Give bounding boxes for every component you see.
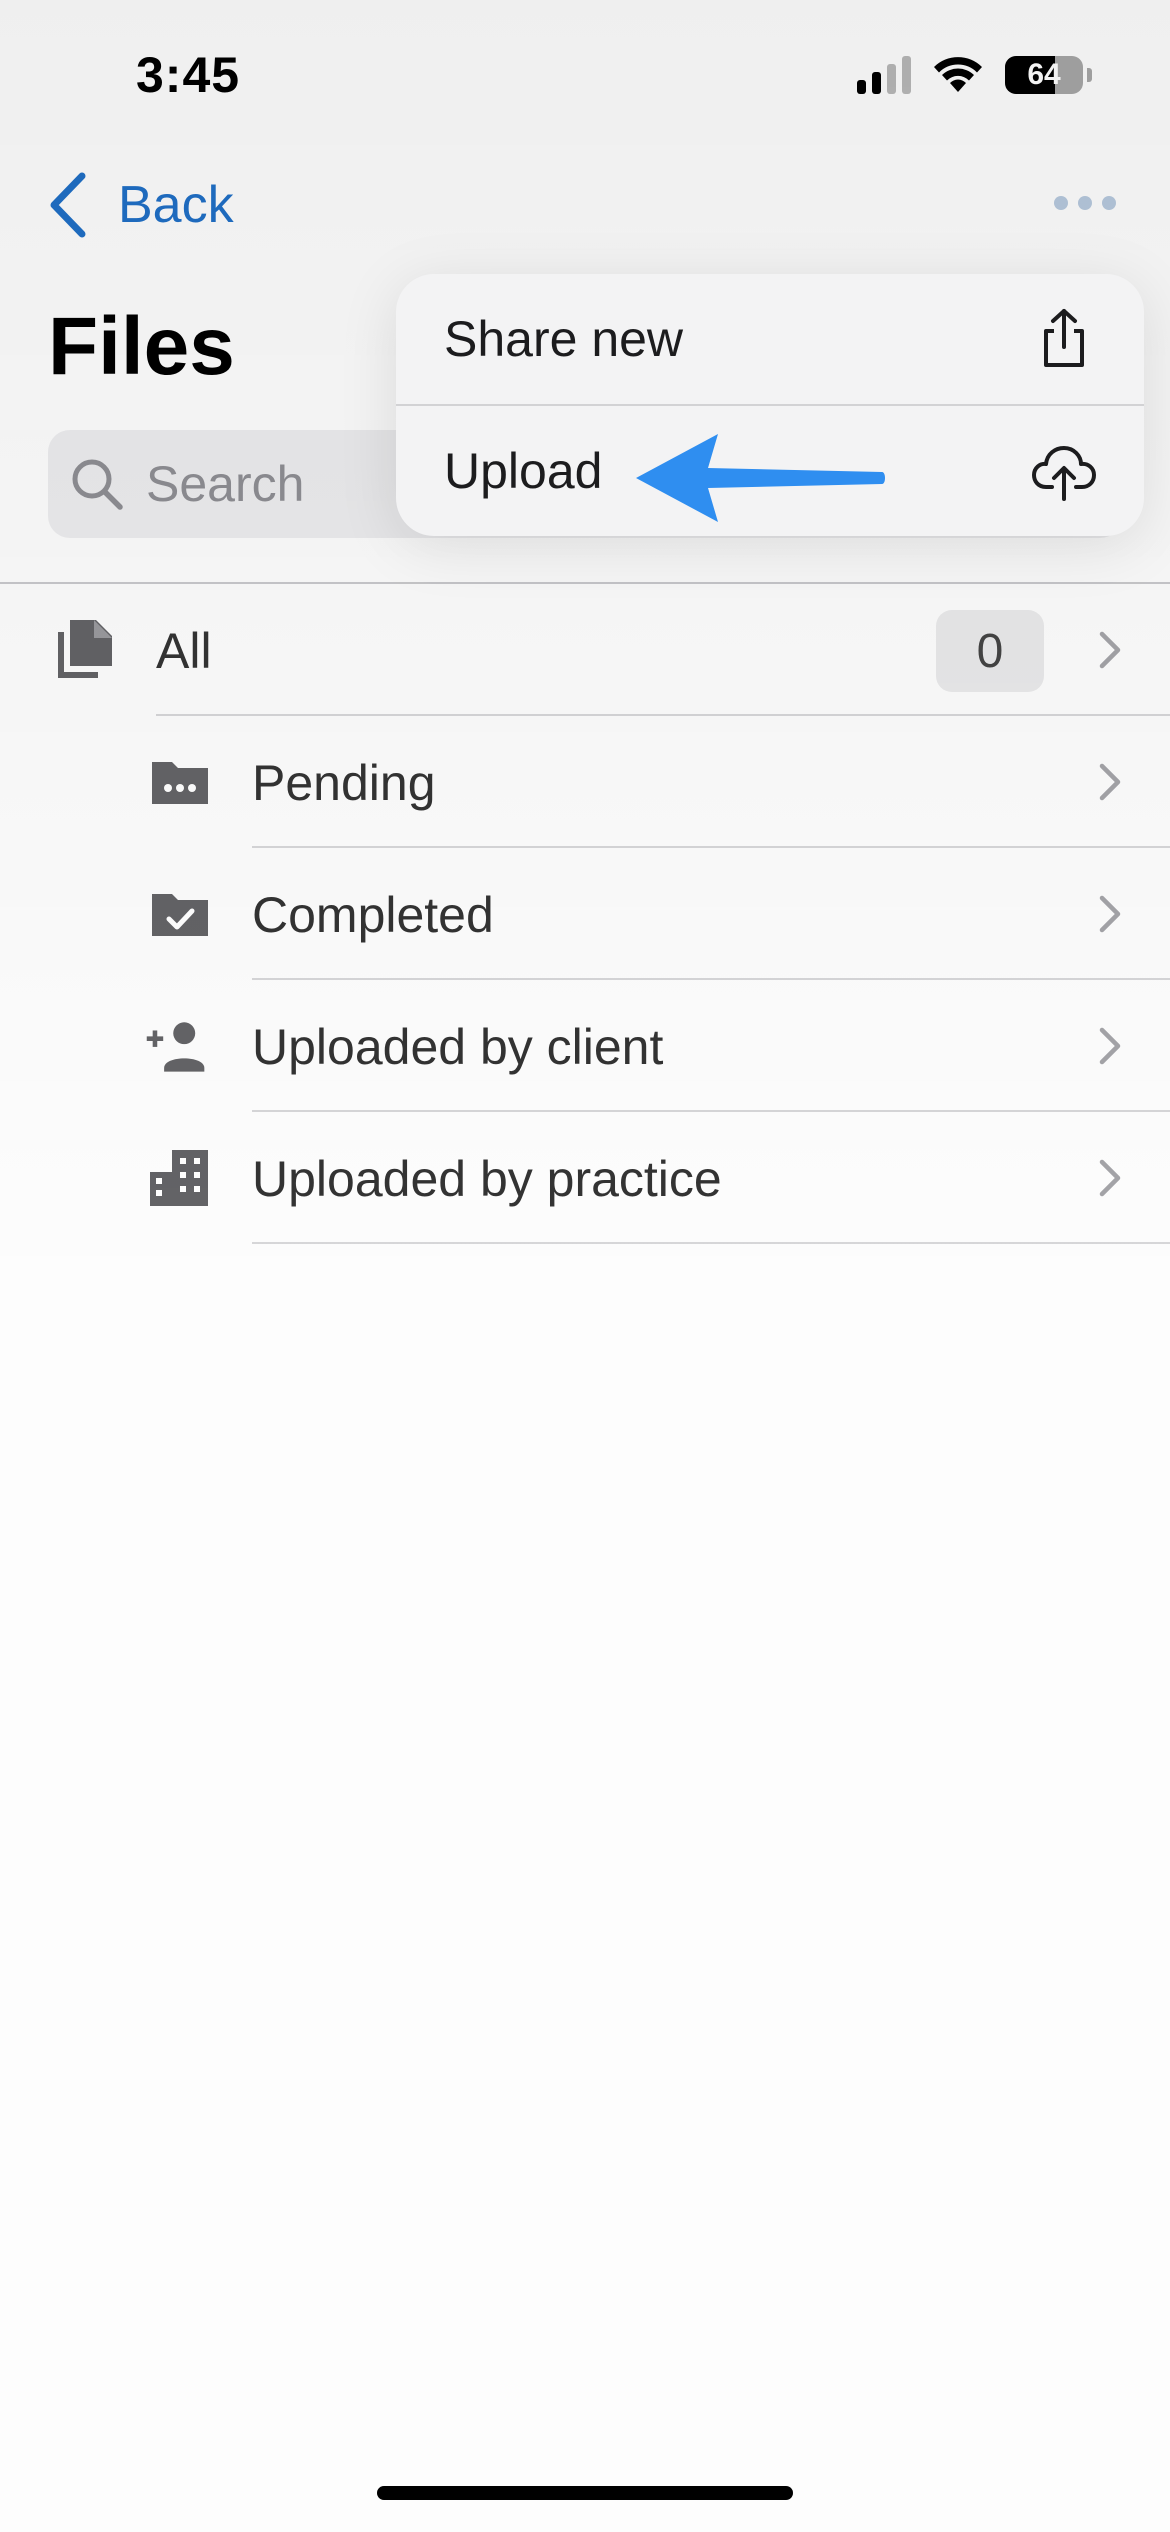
count-badge: 0 [936,610,1044,692]
menu-item-label: Upload [444,443,603,499]
list-item-label: Completed [252,887,494,943]
search-icon [72,459,123,510]
status-icons: 64 [857,56,1092,94]
battery-icon: 64 [1005,56,1083,94]
home-indicator [377,2486,793,2500]
files-list: All 0 Pending Completed Uploaded by clie… [0,584,1170,1244]
chevron-right-icon [1099,631,1121,669]
list-item-uploaded-by-client[interactable]: Uploaded by client [0,980,1170,1112]
actions-menu: Share new Upload [396,274,1144,536]
person-add-icon [146,1022,205,1072]
folder-check-icon [152,894,208,936]
building-icon [150,1150,208,1206]
list-item-label: All [156,623,212,679]
chevron-right-icon [1099,895,1121,933]
list-item-all[interactable]: All 0 [0,584,1170,716]
row-separator [252,1242,1170,1244]
folder-pending-icon [152,762,208,804]
cellular-signal-icon [857,56,911,94]
list-item-completed[interactable]: Completed [0,848,1170,980]
chevron-left-icon [50,172,86,238]
battery-tip [1087,68,1092,82]
chevron-right-icon [1099,1159,1121,1197]
page-title: Files [48,301,235,392]
battery-percent: 64 [1027,58,1061,91]
list-item-pending[interactable]: Pending [0,716,1170,848]
list-item-label: Uploaded by client [252,1019,664,1075]
documents-icon [58,620,112,678]
chevron-right-icon [1099,1027,1121,1065]
share-icon [1044,309,1084,367]
menu-item-share-new[interactable]: Share new [396,274,1144,404]
list-item-label: Uploaded by practice [252,1151,722,1207]
status-time: 3:45 [136,47,241,103]
ellipsis-icon[interactable] [1054,196,1116,210]
chevron-right-icon [1099,763,1121,801]
menu-item-label: Share new [444,311,684,367]
back-label: Back [118,176,234,234]
list-item-label: Pending [252,755,436,811]
back-button[interactable]: Back [48,172,234,238]
cloud-upload-icon [1032,446,1096,501]
files-screen: 3:45 64 Back Files Search All 0 Pending … [0,0,1170,2532]
list-item-uploaded-by-practice[interactable]: Uploaded by practice [0,1112,1170,1244]
wifi-icon [934,57,982,92]
menu-item-upload[interactable]: Upload [396,406,1144,536]
